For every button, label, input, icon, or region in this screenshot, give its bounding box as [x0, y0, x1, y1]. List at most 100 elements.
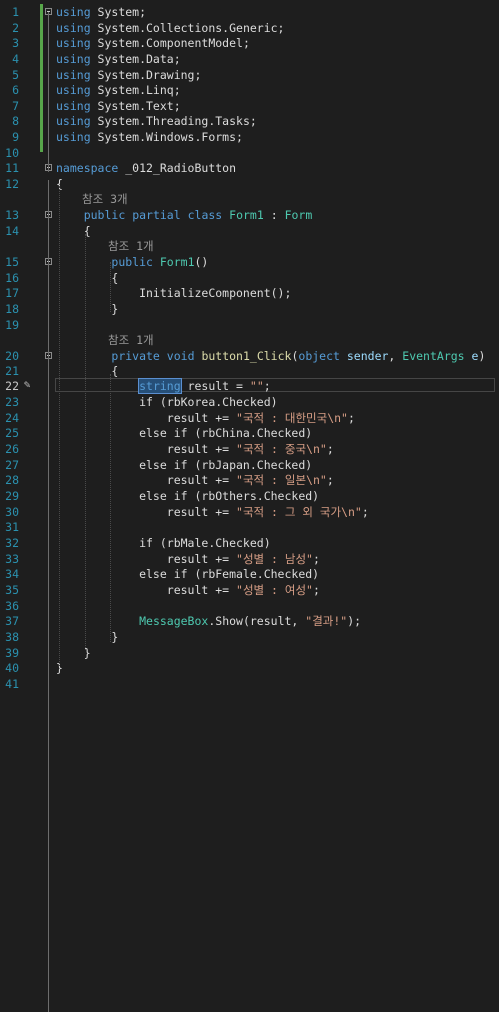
- reference-count-lens[interactable]: 참조 1개: [108, 332, 154, 348]
- code-editor[interactable]: ✎ 1 using System; 2 using System.Collection…: [0, 0, 499, 1012]
- code-line[interactable]: 35 result += "성별 : 여성";: [0, 582, 499, 598]
- code-line[interactable]: 39 }: [0, 645, 499, 661]
- line-number: 17: [5, 286, 19, 300]
- line-number: 19: [5, 318, 19, 332]
- code-line[interactable]: 29 else if (rbOthers.Checked): [0, 488, 499, 504]
- code-line[interactable]: 26 result += "국적 : 중국\n";: [0, 441, 499, 457]
- code-text: {: [56, 363, 118, 379]
- code-line[interactable]: 5 using System.Drawing;: [0, 67, 499, 83]
- code-line[interactable]: 22 string result = "";: [0, 378, 499, 394]
- code-line[interactable]: 11 namespace _012_RadioButton: [0, 160, 499, 176]
- code-line[interactable]: 38 }: [0, 629, 499, 645]
- code-token: "국적 : 중국\n": [236, 442, 327, 456]
- code-line[interactable]: 37 MessageBox.Show(result, "결과!");: [0, 613, 499, 629]
- code-line[interactable]: 10: [0, 145, 499, 161]
- code-token: InitializeComponent();: [56, 286, 292, 300]
- code-token: "결과!": [305, 614, 348, 628]
- code-text: result += "국적 : 중국\n";: [56, 441, 334, 457]
- code-text: result += "국적 : 대한민국\n";: [56, 410, 355, 426]
- code-line[interactable]: 6 using System.Linq;: [0, 82, 499, 98]
- code-token: {: [56, 364, 119, 378]
- line-number: 33: [5, 552, 19, 566]
- code-line[interactable]: 28 result += "국적 : 일본\n";: [0, 472, 499, 488]
- code-line[interactable]: 20 private void button1_Click(object sen…: [0, 348, 499, 364]
- code-text: public Form1(): [56, 254, 208, 270]
- code-line[interactable]: 24 result += "국적 : 대한민국\n";: [0, 410, 499, 426]
- code-text: else if (rbOthers.Checked): [56, 488, 319, 504]
- line-number: 15: [5, 255, 19, 269]
- code-line[interactable]: 15 public Form1(): [0, 254, 499, 270]
- code-line[interactable]: 18 }: [0, 301, 499, 317]
- code-text: public partial class Form1 : Form: [56, 207, 313, 223]
- line-number: 2: [12, 21, 19, 35]
- indent-guide: [110, 374, 111, 642]
- code-token: System.Text;: [90, 99, 181, 113]
- reference-count-lens[interactable]: 참조 3개: [82, 191, 128, 207]
- code-line[interactable]: 1 using System;: [0, 4, 499, 20]
- code-line[interactable]: 23 if (rbKorea.Checked): [0, 394, 499, 410]
- code-token: ;: [326, 473, 334, 487]
- code-text: using System.Data;: [56, 51, 181, 67]
- code-token: "국적 : 대한민국\n": [236, 411, 348, 425]
- code-line[interactable]: 36: [0, 598, 499, 614]
- code-token: System.Linq;: [90, 83, 181, 97]
- line-number: 10: [5, 146, 19, 160]
- line-number: 22: [5, 379, 19, 393]
- code-line[interactable]: 31: [0, 519, 499, 535]
- code-line[interactable]: 34 else if (rbFemale.Checked): [0, 566, 499, 582]
- code-line[interactable]: 21 {: [0, 363, 499, 379]
- code-line[interactable]: 4 using System.Data;: [0, 51, 499, 67]
- code-text: namespace _012_RadioButton: [56, 160, 236, 176]
- outline-margin-line: [48, 12, 49, 172]
- code-token: (): [194, 255, 209, 269]
- code-line[interactable]: 17 InitializeComponent();: [0, 285, 499, 301]
- code-line[interactable]: 16 {: [0, 270, 499, 286]
- line-number: 40: [5, 661, 19, 675]
- code-token: System.Collections.Generic;: [90, 21, 285, 35]
- line-number: 36: [5, 599, 19, 613]
- line-number: 31: [5, 520, 19, 534]
- code-token: System.Threading.Tasks;: [90, 114, 257, 128]
- code-line[interactable]: 9 using System.Windows.Forms;: [0, 129, 499, 145]
- line-number: 32: [5, 536, 19, 550]
- code-line[interactable]: 19: [0, 317, 499, 333]
- code-line[interactable]: 14 {: [0, 223, 499, 239]
- line-number: 20: [5, 349, 19, 363]
- code-line[interactable]: 8 using System.Threading.Tasks;: [0, 113, 499, 129]
- code-line[interactable]: 2 using System.Collections.Generic;: [0, 20, 499, 36]
- line-number: 11: [5, 161, 19, 175]
- code-text: result += "국적 : 일본\n";: [56, 472, 334, 488]
- code-text: using System;: [56, 4, 146, 20]
- code-line[interactable]: 33 result += "성별 : 남성";: [0, 551, 499, 567]
- code-line[interactable]: 13 public partial class Form1 : Form: [0, 207, 499, 223]
- line-number: 39: [5, 646, 19, 660]
- code-text: result += "성별 : 남성";: [56, 551, 320, 567]
- reference-count-lens[interactable]: 참조 1개: [108, 238, 154, 254]
- code-token: :: [263, 208, 285, 222]
- line-number: 37: [5, 614, 19, 628]
- line-number: 28: [5, 473, 19, 487]
- line-number: 26: [5, 442, 19, 456]
- code-token: ): [478, 349, 486, 363]
- code-line[interactable]: 25 else if (rbChina.Checked): [0, 425, 499, 441]
- code-text: using System.Linq;: [56, 82, 181, 98]
- code-token: else if (rbChina.Checked): [56, 426, 313, 440]
- code-line[interactable]: 7 using System.Text;: [0, 98, 499, 114]
- line-number: 38: [5, 630, 19, 644]
- code-token: using: [56, 99, 91, 113]
- code-line[interactable]: 3 using System.ComponentModel;: [0, 35, 499, 51]
- code-line[interactable]: 27 else if (rbJapan.Checked): [0, 457, 499, 473]
- code-line[interactable]: 32 if (rbMale.Checked): [0, 535, 499, 551]
- code-line[interactable]: 12{: [0, 176, 499, 192]
- code-token: result +=: [56, 552, 237, 566]
- line-number: 12: [5, 177, 19, 191]
- code-text: using System.Text;: [56, 98, 181, 114]
- code-line[interactable]: 41: [0, 676, 499, 692]
- code-token: using: [56, 5, 91, 19]
- code-line[interactable]: 30 result += "국적 : 그 외 국가\n";: [0, 504, 499, 520]
- code-token: Form1: [159, 255, 195, 269]
- code-line[interactable]: 40}: [0, 660, 499, 676]
- line-number: 27: [5, 458, 19, 472]
- code-token: "성별 : 남성": [236, 552, 313, 566]
